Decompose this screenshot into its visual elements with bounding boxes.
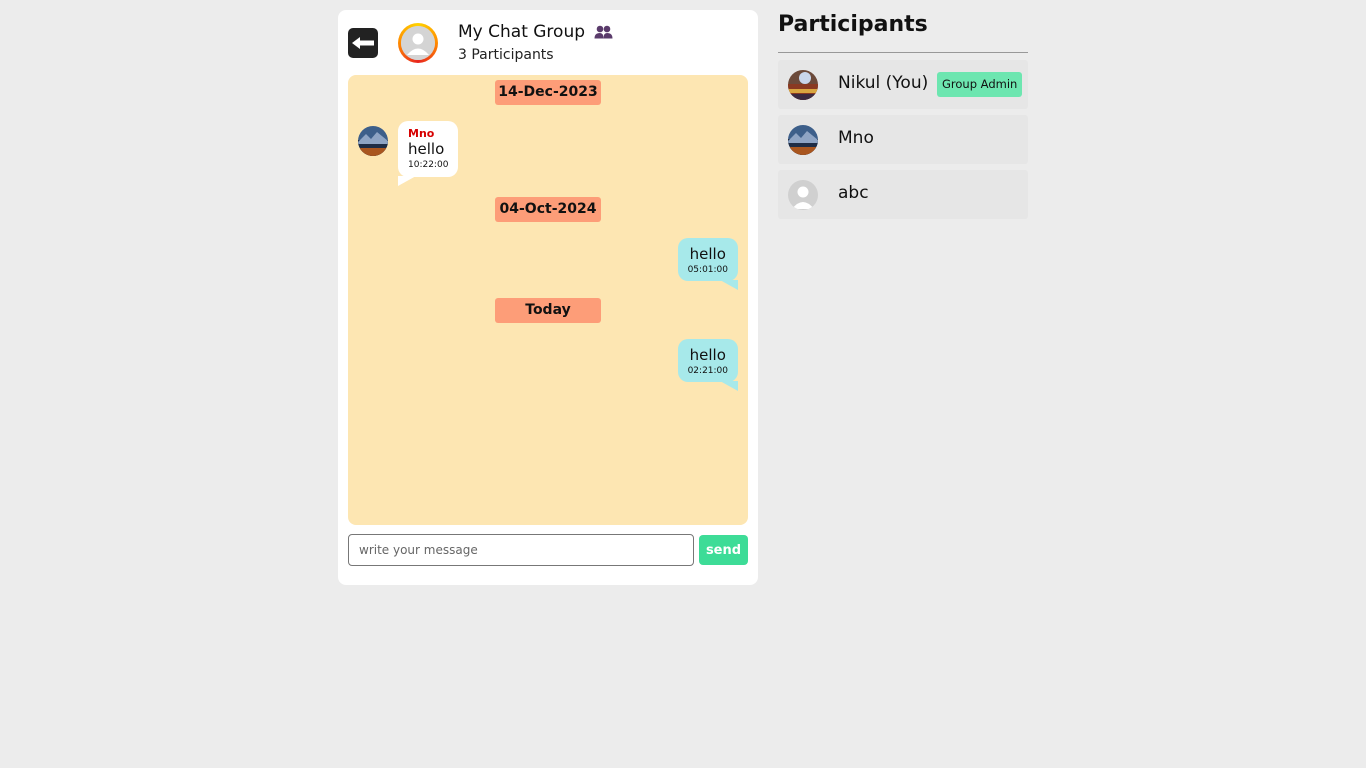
message-time: 02:21:00: [687, 366, 728, 376]
participant-item[interactable]: abc: [778, 170, 1028, 219]
user-placeholder-icon: [401, 26, 435, 60]
message-bubble-outgoing[interactable]: hello 02:21:00: [677, 339, 739, 391]
participant-name: abc: [838, 183, 869, 203]
sender-avatar[interactable]: [358, 126, 388, 156]
back-button[interactable]: [348, 28, 378, 58]
group-name: My Chat Group: [458, 22, 586, 42]
message-text: hello: [689, 245, 726, 263]
people-icon: [594, 25, 613, 39]
date-separator: 14-Dec-2023: [495, 80, 601, 105]
group-title: My Chat Group: [458, 22, 613, 42]
message-sender: Mno: [408, 127, 435, 140]
participants-count: 3 Participants: [458, 47, 554, 63]
group-avatar[interactable]: [398, 23, 438, 63]
send-button[interactable]: send: [699, 535, 748, 565]
avatar: [788, 125, 818, 155]
avatar: [788, 70, 818, 100]
message-text: hello: [689, 346, 726, 364]
participant-name: Mno: [838, 128, 874, 148]
message-list[interactable]: 14-Dec-2023 Mno hello 10:22:00 04-Oct-20…: [348, 75, 748, 525]
participant-item[interactable]: Nikul (You) Group Admin: [778, 60, 1028, 109]
date-separator: Today: [495, 298, 601, 323]
participant-name: Nikul (You): [838, 73, 929, 93]
message-bubble-outgoing[interactable]: hello 05:01:00: [677, 238, 739, 290]
message-bubble-incoming[interactable]: Mno hello 10:22:00: [398, 121, 459, 186]
chat-panel: My Chat Group 3 Participants 14-Dec-2023…: [338, 10, 758, 585]
date-separator: 04-Oct-2024: [495, 197, 601, 222]
message-input[interactable]: [348, 534, 694, 566]
avatar: [788, 180, 818, 210]
participant-item[interactable]: Mno: [778, 115, 1028, 164]
group-admin-badge: Group Admin: [937, 72, 1023, 97]
message-time: 10:22:00: [408, 160, 449, 170]
message-time: 05:01:00: [687, 265, 728, 275]
divider: [778, 52, 1028, 53]
participants-title: Participants: [778, 12, 928, 37]
message-text: hello: [408, 140, 445, 158]
arrow-left-icon: [352, 37, 374, 49]
